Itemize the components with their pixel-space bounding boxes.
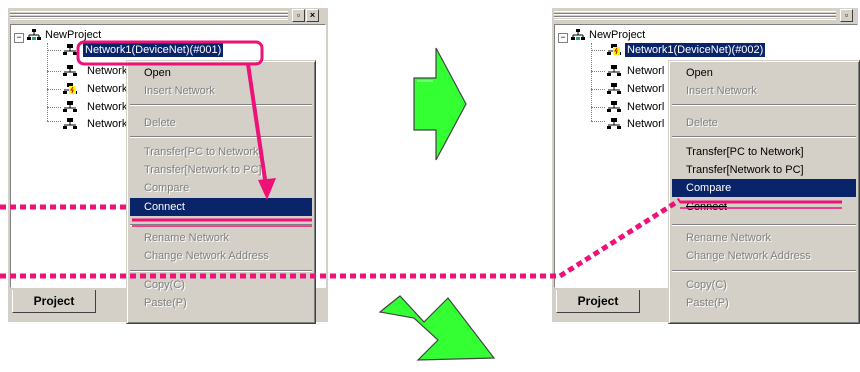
callout-arrow-icon	[246, 63, 268, 187]
dotted-guide	[558, 197, 682, 279]
green-arrow-down-icon	[378, 295, 496, 361]
green-arrow-right-icon	[413, 47, 467, 161]
callout-box	[76, 40, 264, 66]
annotation-overlay	[0, 40, 842, 361]
